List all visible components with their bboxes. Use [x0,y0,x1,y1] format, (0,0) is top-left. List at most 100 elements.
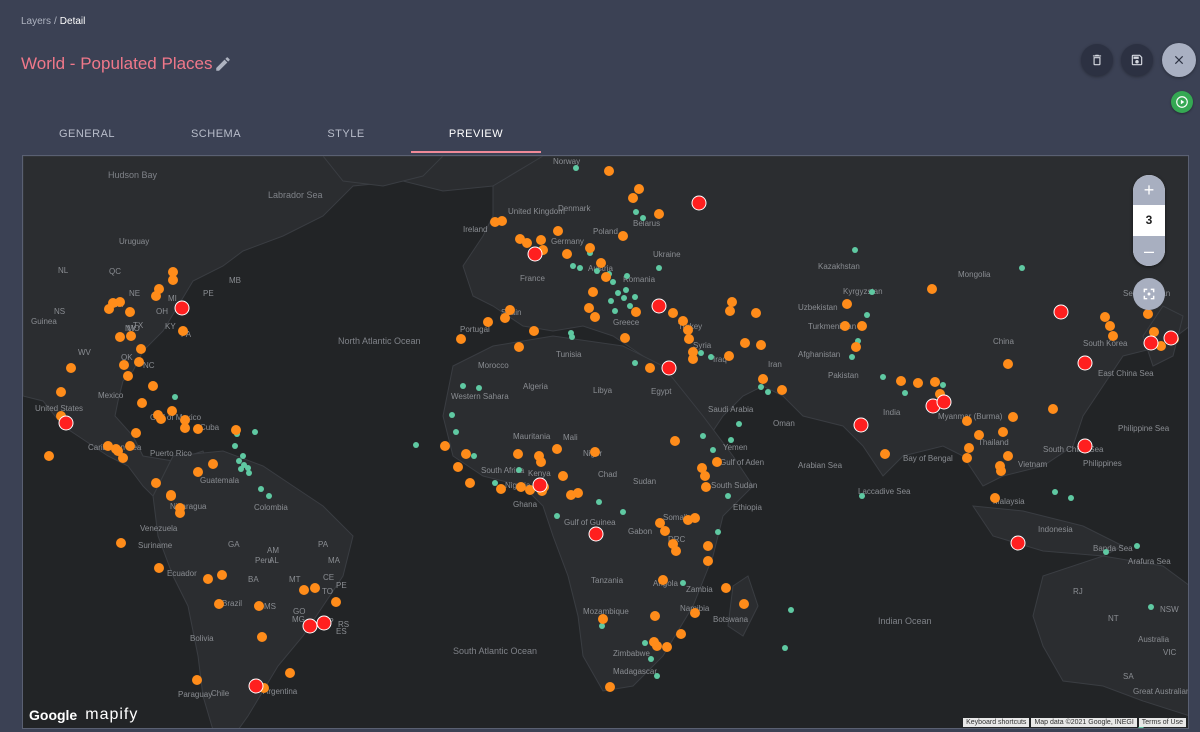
place-marker-small[interactable] [708,354,714,360]
place-marker-medium[interactable] [497,216,507,226]
place-marker-medium[interactable] [634,184,644,194]
place-marker-small[interactable] [632,294,638,300]
place-marker-medium[interactable] [727,297,737,307]
place-marker-medium[interactable] [650,611,660,621]
place-marker-medium[interactable] [756,340,766,350]
place-marker-medium[interactable] [725,306,735,316]
place-marker-small[interactable] [236,458,242,464]
place-marker-medium[interactable] [193,424,203,434]
place-marker-small[interactable] [610,279,616,285]
place-marker-small[interactable] [492,480,498,486]
place-marker-small[interactable] [232,443,238,449]
place-marker-medium[interactable] [108,298,118,308]
place-marker-small[interactable] [245,465,251,471]
place-marker-small[interactable] [612,308,618,314]
place-marker-medium[interactable] [558,471,568,481]
place-marker-small[interactable] [698,350,704,356]
place-marker-medium[interactable] [553,226,563,236]
place-marker-medium[interactable] [529,326,539,336]
place-marker-small[interactable] [758,384,764,390]
tab-schema[interactable]: SCHEMA [151,118,281,153]
place-marker-medium[interactable] [440,441,450,451]
place-marker-medium[interactable] [257,632,267,642]
place-marker-medium[interactable] [678,316,688,326]
place-marker-medium[interactable] [585,243,595,253]
place-marker-medium[interactable] [231,425,241,435]
place-marker-medium[interactable] [125,441,135,451]
place-marker-small[interactable] [516,467,522,473]
place-marker-medium[interactable] [590,312,600,322]
place-marker-medium[interactable] [724,351,734,361]
place-marker-large[interactable] [58,415,74,431]
place-marker-medium[interactable] [516,482,526,492]
place-marker-medium[interactable] [684,334,694,344]
place-marker-medium[interactable] [137,398,147,408]
place-marker-medium[interactable] [683,325,693,335]
place-marker-medium[interactable] [703,556,713,566]
place-marker-medium[interactable] [254,601,264,611]
keyboard-shortcuts-link[interactable]: Keyboard shortcuts [963,718,1030,727]
place-marker-large[interactable] [588,526,604,542]
delete-button[interactable] [1081,44,1113,76]
place-marker-medium[interactable] [1108,331,1118,341]
place-marker-small[interactable] [725,493,731,499]
place-marker-medium[interactable] [310,583,320,593]
place-marker-large[interactable] [936,394,952,410]
place-marker-small[interactable] [577,265,583,271]
run-button[interactable] [1171,91,1193,113]
place-marker-small[interactable] [240,453,246,459]
place-marker-medium[interactable] [590,447,600,457]
place-marker-medium[interactable] [552,444,562,454]
place-marker-medium[interactable] [134,357,144,367]
place-marker-small[interactable] [782,645,788,651]
place-marker-small[interactable] [869,289,875,295]
place-marker-large[interactable] [853,417,869,433]
place-marker-small[interactable] [765,389,771,395]
place-marker-small[interactable] [238,466,244,472]
place-marker-medium[interactable] [605,682,615,692]
place-marker-small[interactable] [633,209,639,215]
place-marker-medium[interactable] [151,478,161,488]
place-marker-small[interactable] [624,273,630,279]
place-marker-medium[interactable] [631,307,641,317]
place-marker-small[interactable] [736,421,742,427]
place-marker-medium[interactable] [1100,312,1110,322]
place-marker-medium[interactable] [175,508,185,518]
place-marker-medium[interactable] [116,538,126,548]
place-marker-medium[interactable] [562,249,572,259]
place-marker-medium[interactable] [192,675,202,685]
place-marker-small[interactable] [599,623,605,629]
breadcrumb-parent-link[interactable]: Layers [21,16,51,27]
place-marker-small[interactable] [859,493,865,499]
place-marker-medium[interactable] [566,490,576,500]
place-marker-medium[interactable] [700,471,710,481]
place-marker-small[interactable] [627,303,633,309]
save-button[interactable] [1121,44,1153,76]
place-marker-small[interactable] [852,247,858,253]
place-marker-small[interactable] [715,529,721,535]
place-marker-large[interactable] [1163,330,1179,346]
place-marker-small[interactable] [632,360,638,366]
place-marker-medium[interactable] [1003,359,1013,369]
place-marker-medium[interactable] [56,387,66,397]
place-marker-medium[interactable] [44,451,54,461]
place-marker-medium[interactable] [851,342,861,352]
place-marker-large[interactable] [1010,535,1026,551]
place-marker-medium[interactable] [168,267,178,277]
place-marker-large[interactable] [532,477,548,493]
place-marker-small[interactable] [940,382,946,388]
tab-general[interactable]: GENERAL [22,118,152,153]
place-marker-medium[interactable] [483,317,493,327]
place-marker-small[interactable] [471,453,477,459]
place-marker-medium[interactable] [66,363,76,373]
place-marker-medium[interactable] [662,642,672,652]
place-marker-medium[interactable] [598,614,608,624]
place-marker-large[interactable] [248,678,264,694]
place-marker-medium[interactable] [178,326,188,336]
place-marker-small[interactable] [654,673,660,679]
place-marker-small[interactable] [596,499,602,505]
place-marker-medium[interactable] [676,629,686,639]
place-marker-medium[interactable] [118,453,128,463]
place-marker-medium[interactable] [628,193,638,203]
place-marker-medium[interactable] [154,284,164,294]
